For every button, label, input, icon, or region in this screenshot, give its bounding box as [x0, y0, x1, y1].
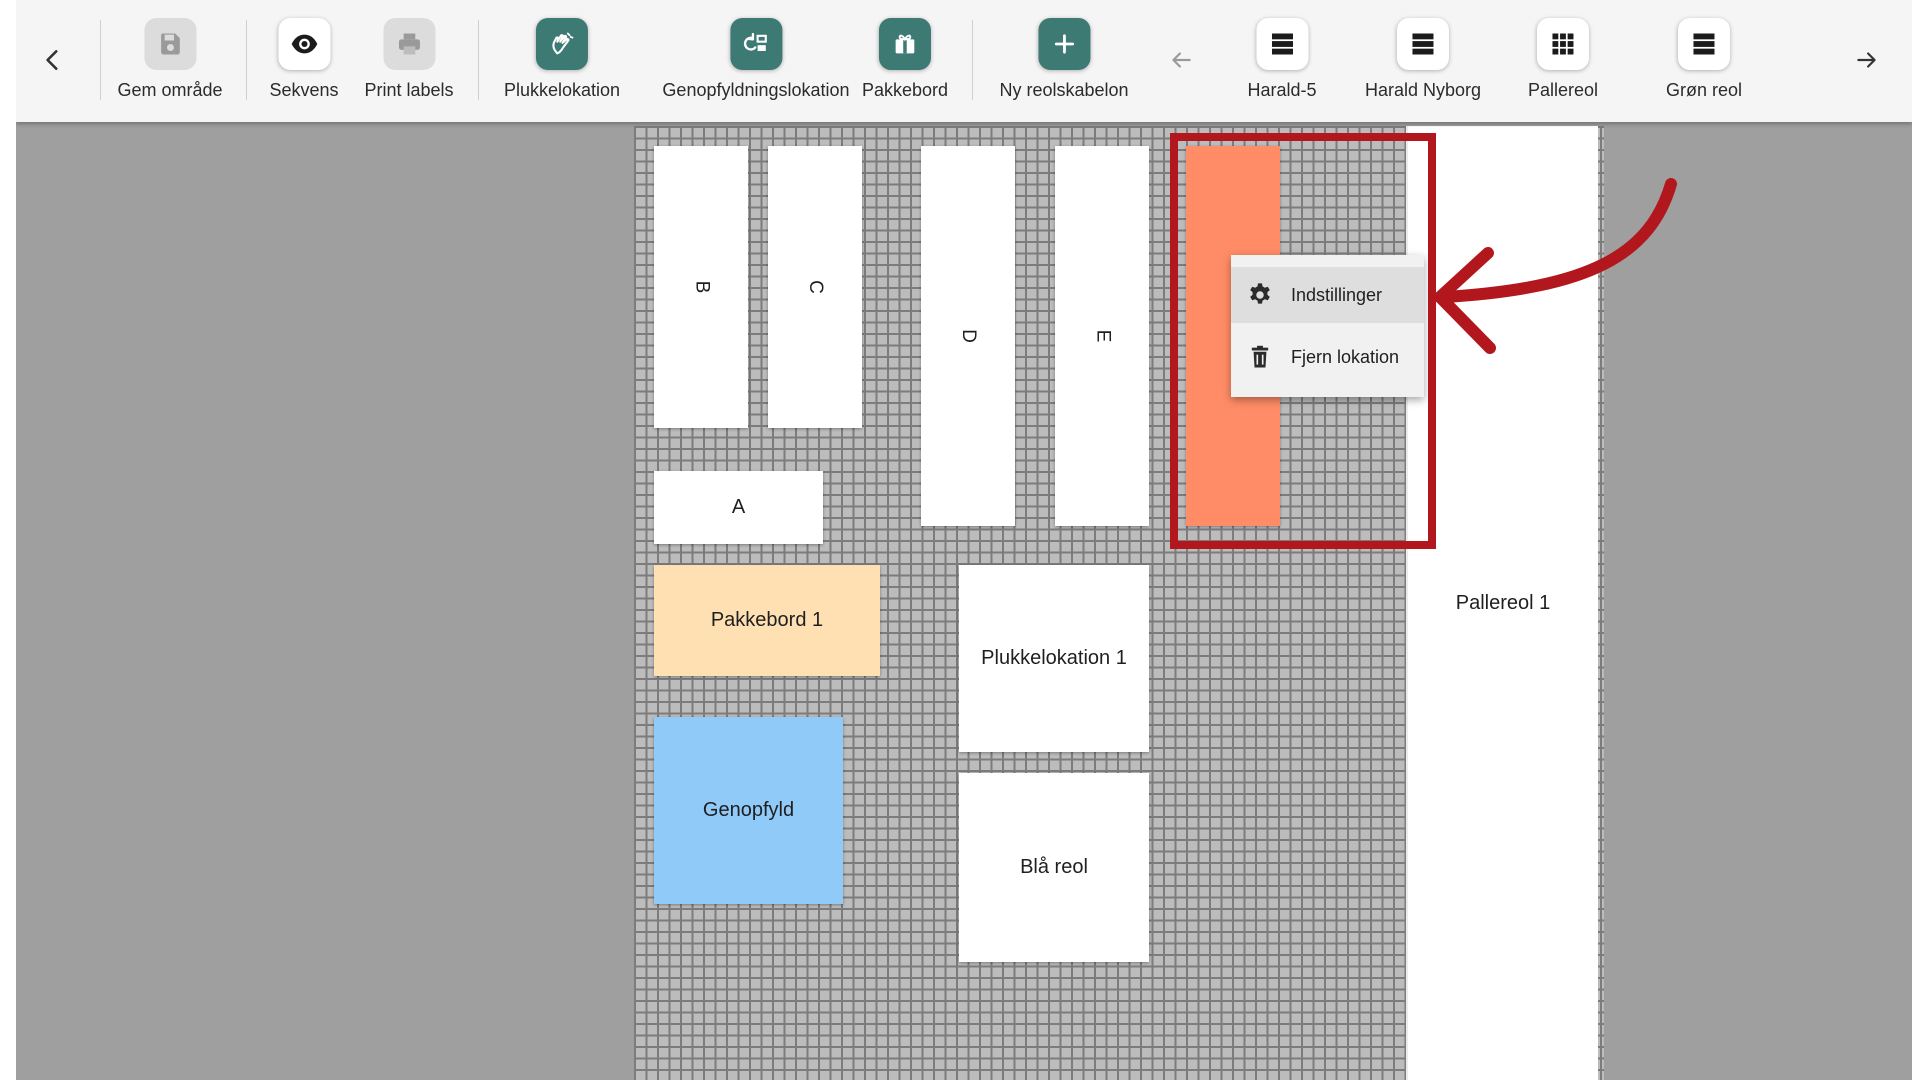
toolbar-label: Genopfyldningslokation: [662, 80, 850, 100]
toolbar-label: Grøn reol: [1665, 80, 1743, 100]
scroll-left-button[interactable]: [1164, 38, 1198, 82]
location-plukkelokation-1[interactable]: Plukkelokation 1: [959, 565, 1149, 752]
location-label: Genopfyld: [702, 799, 795, 821]
template-pallereol[interactable]: Pallereol: [1528, 18, 1598, 101]
context-menu-label: Fjern lokation: [1291, 346, 1400, 367]
location-e[interactable]: E: [1055, 146, 1149, 526]
location-label: D: [957, 329, 979, 343]
gear-icon: [1250, 283, 1270, 304]
back-button[interactable]: [36, 38, 70, 82]
location-label: Pakkebord 1: [710, 609, 824, 631]
toolbar-divider: [972, 20, 973, 100]
save-area-button[interactable]: Gem område: [117, 18, 223, 101]
location-label: E: [1092, 329, 1113, 343]
chevron-left-icon: [46, 50, 58, 70]
sequence-button[interactable]: Sekvens: [269, 18, 339, 101]
scroll-right-button[interactable]: [1850, 38, 1884, 82]
location-label: A: [731, 496, 746, 518]
toolbar-label: Gem område: [117, 80, 223, 100]
shelf-rows-icon: [1271, 33, 1293, 55]
toolbar-divider: [100, 20, 101, 100]
refill-icon: [743, 32, 767, 51]
location-a[interactable]: A: [654, 471, 823, 544]
context-menu-label: Indstillinger: [1291, 284, 1383, 305]
template-harald-5[interactable]: Harald-5: [1247, 18, 1317, 101]
location-label: B: [691, 280, 712, 294]
toolbar-label: Sekvens: [269, 80, 339, 100]
toolbar-label: Print labels: [364, 80, 454, 100]
location-pakkebord-1[interactable]: Pakkebord 1: [654, 565, 880, 676]
trash-icon: [1251, 345, 1269, 368]
location-d[interactable]: D: [921, 146, 1015, 526]
printer-icon: [398, 33, 420, 55]
toolbar-label: Pallereol: [1527, 80, 1599, 100]
print-labels-button[interactable]: Print labels: [364, 18, 454, 101]
hand-icon: [552, 32, 574, 55]
toolbar-divider: [478, 20, 479, 100]
eye-icon: [291, 34, 317, 54]
grid-icon: [1552, 33, 1574, 55]
context-menu-settings[interactable]: Indstillinger: [1231, 267, 1424, 323]
toolbar-label: Pakkebord: [861, 80, 949, 100]
toolbar-divider: [246, 20, 247, 100]
context-menu: Indstillinger Fjern lokation: [1231, 255, 1424, 397]
new-shelf-template-button[interactable]: Ny reolskabelon: [999, 18, 1129, 101]
toolbar: Gem område Sekvens Print labels Plukkelo…: [16, 0, 1912, 122]
location-label: Plukkelokation 1: [981, 647, 1127, 669]
location-blaa-reol[interactable]: Blå reol: [959, 773, 1149, 962]
pick-location-button[interactable]: Plukkelokation: [504, 18, 620, 101]
plus-icon: [1054, 34, 1074, 54]
location-genopfyld[interactable]: Genopfyld: [654, 717, 843, 904]
toolbar-label: Harald-5: [1247, 80, 1317, 100]
location-b[interactable]: B: [654, 146, 748, 428]
template-groen-reol[interactable]: Grøn reol: [1666, 18, 1742, 101]
arrow-right-icon: [1857, 52, 1876, 68]
app-window: Gem område Sekvens Print labels Plukkelo…: [16, 0, 1912, 1080]
arrow-left-icon: [1172, 52, 1191, 68]
toolbar-label: Plukkelokation: [503, 80, 621, 100]
save-icon: [160, 33, 180, 55]
location-pallereol-1[interactable]: Pallereol 1: [1406, 126, 1598, 1080]
toolbar-label: Harald Nyborg: [1364, 80, 1482, 100]
location-c[interactable]: C: [768, 146, 862, 428]
refill-location-button[interactable]: Genopfyldningslokation: [662, 18, 850, 101]
location-label: C: [804, 280, 826, 294]
shelf-rows-icon: [1412, 33, 1434, 55]
context-menu-remove-location[interactable]: Fjern lokation: [1231, 329, 1424, 385]
toolbar-label: Ny reolskabelon: [999, 80, 1129, 100]
packing-table-button[interactable]: Pakkebord: [862, 18, 948, 101]
location-label: Pallereol 1: [1455, 591, 1551, 614]
shelf-rows-icon: [1693, 33, 1715, 55]
template-harald-nyborg[interactable]: Harald Nyborg: [1365, 18, 1481, 101]
location-label: Blå reol: [1020, 856, 1088, 878]
warehouse-grid-canvas[interactable]: B C D E A Pakkebord 1 Genopfyld Plukkelo…: [634, 126, 1604, 1080]
package-icon: [895, 34, 915, 54]
